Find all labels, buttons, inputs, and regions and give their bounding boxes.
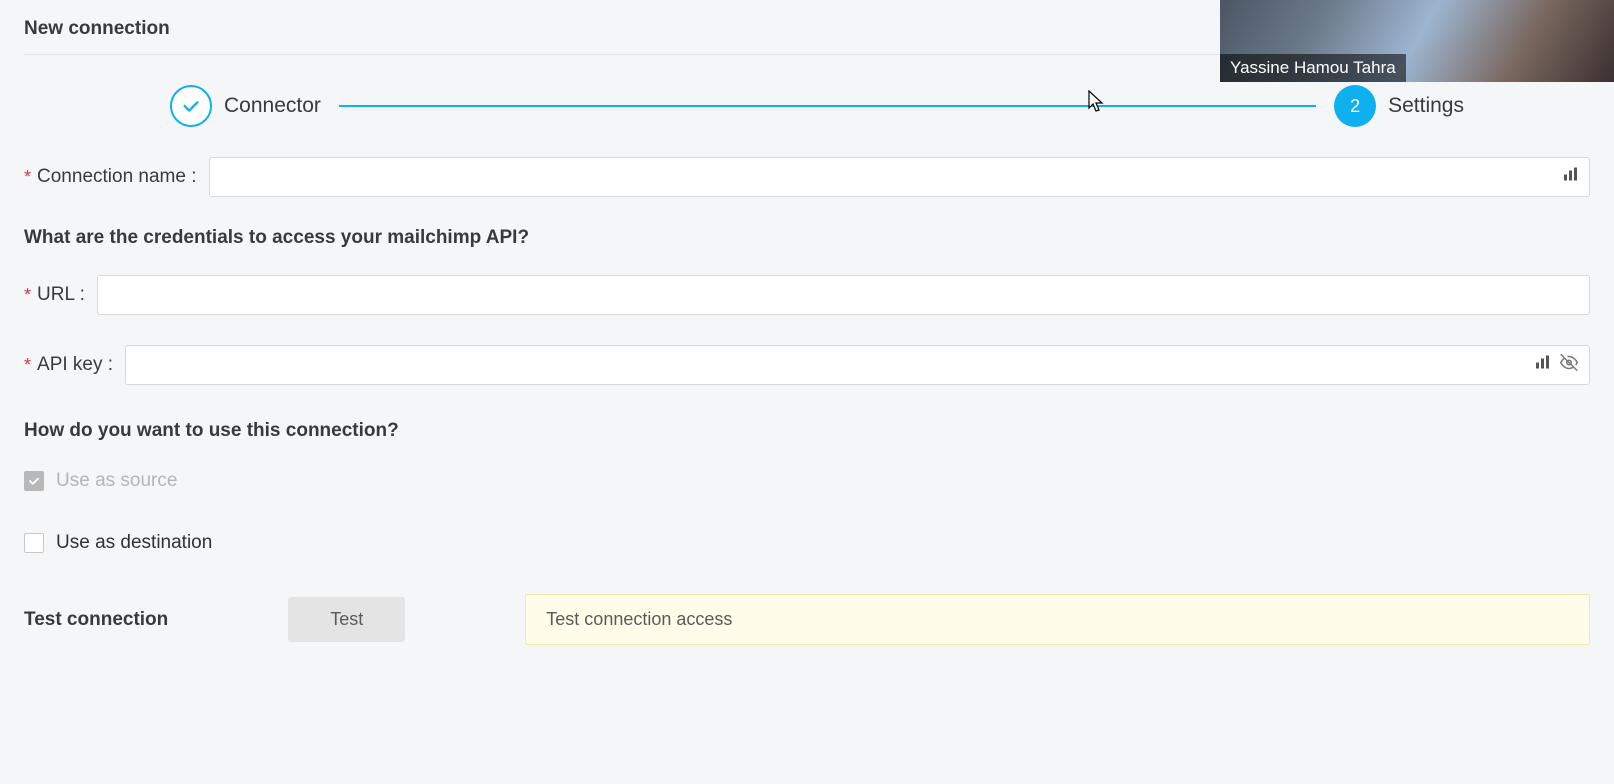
- use-destination-row: Use as destination: [24, 532, 1590, 554]
- chart-icon[interactable]: [1562, 167, 1578, 188]
- step-line: [339, 105, 1316, 107]
- test-banner: Test connection access: [525, 594, 1590, 645]
- use-source-checkbox: [24, 471, 44, 491]
- required-marker: *: [24, 355, 31, 376]
- chart-icon[interactable]: [1534, 355, 1550, 376]
- step-settings[interactable]: 2 Settings: [1334, 85, 1464, 127]
- check-icon: [170, 85, 212, 127]
- step-label-settings: Settings: [1388, 94, 1464, 118]
- required-marker: *: [24, 285, 31, 306]
- url-row: * URL :: [24, 275, 1590, 315]
- use-destination-checkbox[interactable]: [24, 533, 44, 553]
- url-label: URL :: [37, 284, 85, 306]
- api-key-row: * API key :: [24, 345, 1590, 385]
- webcam-overlay: Yassine Hamou Tahra: [1220, 0, 1614, 82]
- api-key-label: API key :: [37, 354, 113, 376]
- usage-heading: How do you want to use this connection?: [24, 420, 1590, 442]
- url-input[interactable]: [97, 275, 1590, 315]
- step-label-connector: Connector: [224, 94, 321, 118]
- test-connection-row: Test connection Test Test connection acc…: [24, 594, 1590, 645]
- test-button[interactable]: Test: [288, 597, 405, 642]
- eye-off-icon[interactable]: [1560, 354, 1578, 377]
- test-connection-label: Test connection: [24, 609, 168, 631]
- use-destination-label: Use as destination: [56, 532, 212, 554]
- connection-name-label: Connection name :: [37, 166, 197, 188]
- webcam-participant-name: Yassine Hamou Tahra: [1220, 54, 1406, 82]
- use-source-label: Use as source: [56, 470, 177, 492]
- connection-name-row: * Connection name :: [24, 157, 1590, 197]
- use-source-row: Use as source: [24, 470, 1590, 492]
- step-number-icon: 2: [1334, 85, 1376, 127]
- connection-name-input[interactable]: [209, 157, 1590, 197]
- credentials-heading: What are the credentials to access your …: [24, 227, 1590, 249]
- step-connector[interactable]: Connector: [170, 85, 321, 127]
- api-key-input[interactable]: [125, 345, 1590, 385]
- required-marker: *: [24, 167, 31, 188]
